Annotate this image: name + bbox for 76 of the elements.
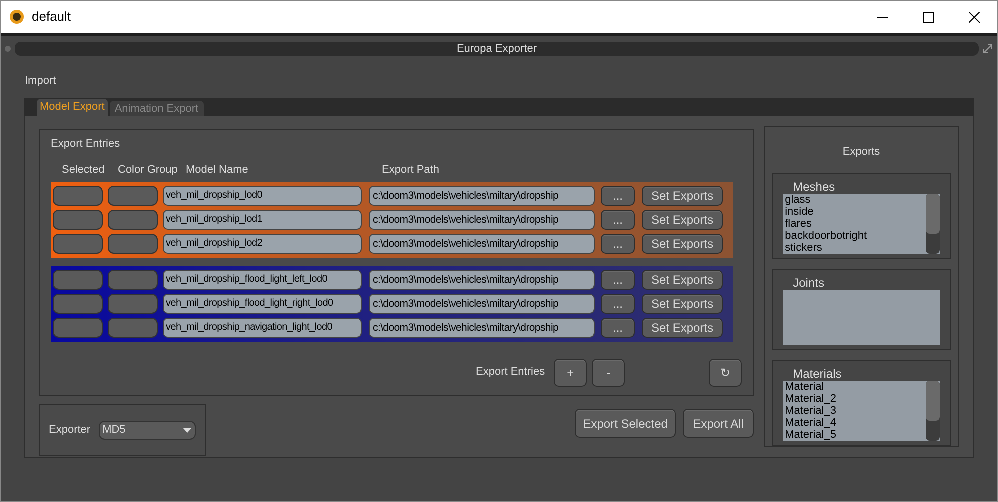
list-item[interactable]: backdoorbotright xyxy=(785,230,868,242)
model-name-field[interactable]: veh_mil_dropship_navigation_light_lod0 xyxy=(163,318,362,338)
set-exports-button[interactable]: Set Exports xyxy=(642,270,723,290)
model-name-field[interactable]: veh_mil_dropship_flood_light_right_lod0 xyxy=(163,294,362,314)
browse-button[interactable]: ... xyxy=(601,270,635,290)
panel-title: Europa Exporter xyxy=(456,42,538,57)
list-title: Joints xyxy=(792,274,826,290)
export-path-field[interactable]: c:\doom3\models\vehicles\miltary\dropship xyxy=(369,210,595,230)
close-icon xyxy=(968,12,980,22)
color-group-swatch[interactable] xyxy=(108,210,158,230)
browse-button[interactable]: ... xyxy=(601,294,635,314)
list-item[interactable]: glass xyxy=(785,194,811,206)
list-box[interactable]: glass inside flares backdoorbotright stickers xyxy=(783,194,940,254)
list-title: Materials xyxy=(792,366,843,381)
model-name-field[interactable]: veh_mil_dropship_lod1 xyxy=(163,210,362,230)
dropdown-arrow-icon xyxy=(183,428,192,432)
export-button[interactable]: Export All xyxy=(683,409,754,438)
selected-toggle[interactable] xyxy=(53,234,103,254)
export-path-field[interactable]: c:\doom3\models\vehicles\miltary\dropship xyxy=(369,186,595,206)
scrollbar[interactable] xyxy=(926,194,940,254)
selected-toggle[interactable] xyxy=(53,318,103,338)
list-box[interactable]: Material Material_2 Material_3 Material_4 Material_5 xyxy=(783,381,940,441)
list-item[interactable]: Material_5 xyxy=(785,429,836,441)
exporter-dropdown[interactable]: MD5 xyxy=(98,420,196,440)
export-path-field[interactable]: c:\doom3\models\vehicles\miltary\dropship xyxy=(369,318,595,338)
color-group-swatch[interactable] xyxy=(108,270,158,290)
entries-label: Export Entries xyxy=(476,365,546,380)
color-group-swatch[interactable] xyxy=(108,186,158,206)
selected-toggle[interactable] xyxy=(53,294,103,314)
section-title: Export Entries xyxy=(51,137,122,152)
selected-toggle[interactable] xyxy=(53,186,103,206)
tab[interactable]: Model Export xyxy=(37,99,108,116)
list-item[interactable]: Material_4 xyxy=(785,417,836,429)
list-title: Meshes xyxy=(792,178,836,194)
selected-toggle[interactable] xyxy=(53,270,103,290)
remove-button[interactable]: - xyxy=(592,358,626,386)
window-title: default xyxy=(32,8,72,26)
list-item[interactable]: Material_3 xyxy=(785,405,836,417)
model-name-field[interactable]: veh_mil_dropship_lod2 xyxy=(163,234,362,254)
browse-button[interactable]: ... xyxy=(601,186,635,206)
browse-button[interactable]: ... xyxy=(601,234,635,254)
expand-icon[interactable] xyxy=(983,44,993,54)
list-item[interactable]: flares xyxy=(785,218,812,230)
model-name-field[interactable]: veh_mil_dropship_lod0 xyxy=(163,186,362,206)
color-group-swatch[interactable] xyxy=(108,294,158,314)
color-group-swatch[interactable] xyxy=(108,318,158,338)
export-path-field[interactable]: c:\doom3\models\vehicles\miltary\dropship xyxy=(369,294,595,314)
exports-title: Exports xyxy=(842,145,882,160)
export-path-field[interactable]: c:\doom3\models\vehicles\miltary\dropship xyxy=(369,270,595,290)
app-logo-icon xyxy=(10,10,24,24)
set-exports-button[interactable]: Set Exports xyxy=(642,318,723,338)
set-exports-button[interactable]: Set Exports xyxy=(642,210,723,230)
scrollbar[interactable] xyxy=(926,381,940,441)
column-header: Color Group xyxy=(118,162,179,178)
column-header: Selected xyxy=(61,162,106,178)
column-header: Model Name xyxy=(186,162,250,178)
browse-button[interactable]: ... xyxy=(601,210,635,230)
model-name-field[interactable]: veh_mil_dropship_flood_light_left_lod0 xyxy=(163,270,362,290)
set-exports-button[interactable]: Set Exports xyxy=(642,186,723,206)
add-button[interactable]: + xyxy=(554,358,588,386)
color-group-swatch[interactable] xyxy=(108,234,158,254)
browse-button[interactable]: ... xyxy=(601,318,635,338)
set-exports-button[interactable]: Set Exports xyxy=(642,234,723,254)
set-exports-button[interactable]: Set Exports xyxy=(642,294,723,314)
menu-item[interactable]: Import xyxy=(25,73,56,93)
selected-toggle[interactable] xyxy=(53,210,103,230)
export-path-field[interactable]: c:\doom3\models\vehicles\miltary\dropship xyxy=(369,234,595,254)
maximize-icon xyxy=(922,12,934,22)
exporter-label: Exporter xyxy=(49,422,91,438)
refresh-button[interactable]: ↻ xyxy=(709,358,742,386)
list-item[interactable]: Material_2 xyxy=(785,393,836,405)
list-item[interactable]: Material xyxy=(785,381,824,393)
export-button[interactable]: Export Selected xyxy=(575,409,676,438)
column-header: Export Path xyxy=(382,162,440,178)
list-item[interactable]: stickers xyxy=(785,242,822,254)
list-item[interactable]: inside xyxy=(785,206,814,218)
